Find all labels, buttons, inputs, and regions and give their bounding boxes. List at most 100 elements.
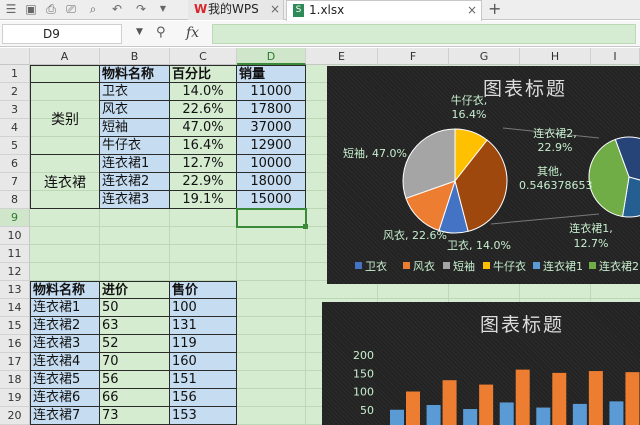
name-box-dropdown-icon[interactable]: ▼	[136, 27, 143, 37]
table1-name-cell[interactable]: 牛仔衣	[100, 137, 170, 155]
export-pdf-icon[interactable]: ⎙	[44, 2, 58, 16]
row-header[interactable]: 17	[0, 353, 29, 371]
row-header[interactable]: 4	[0, 119, 29, 137]
column-header-a[interactable]: A	[30, 48, 100, 65]
table1-corner-cell[interactable]	[30, 65, 100, 83]
row-header[interactable]: 14	[0, 299, 29, 317]
row-header[interactable]: 18	[0, 371, 29, 389]
column-header-e[interactable]: E	[306, 48, 378, 65]
fill-handle[interactable]	[303, 224, 308, 229]
select-all-corner[interactable]	[0, 48, 30, 65]
table1-qty-cell[interactable]: 10000	[237, 155, 306, 173]
row-header[interactable]: 8	[0, 191, 29, 209]
new-tab-button[interactable]: +	[488, 0, 501, 19]
column-header-g[interactable]: G	[449, 48, 520, 65]
table2-cost-cell[interactable]: 56	[100, 371, 170, 389]
tab-my-wps-close-icon[interactable]: ×	[270, 2, 280, 17]
row-header-selected[interactable]: 9	[0, 209, 29, 227]
table2-price-cell[interactable]: 160	[170, 353, 237, 371]
table2-price-cell[interactable]: 153	[170, 407, 237, 425]
column-header-d[interactable]: D	[237, 48, 306, 65]
table1-qty-cell[interactable]: 12900	[237, 137, 306, 155]
group-label-category[interactable]: 类别	[30, 83, 100, 155]
table1-header-name[interactable]: 物料名称	[100, 65, 170, 83]
tab-workbook-close-icon[interactable]: ×	[467, 3, 477, 18]
redo-icon[interactable]: ↷	[134, 2, 148, 16]
table1-pct-cell[interactable]: 19.1%	[170, 191, 237, 209]
row-header[interactable]: 12	[0, 263, 29, 281]
column-header-i[interactable]: I	[591, 48, 640, 65]
row-header[interactable]: 10	[0, 227, 29, 245]
name-box[interactable]: D9	[2, 24, 122, 44]
column-header-b[interactable]: B	[100, 48, 170, 65]
table1-header-qty[interactable]: 销量	[237, 65, 306, 83]
table1-qty-cell[interactable]: 17800	[237, 101, 306, 119]
table2-price-cell[interactable]: 156	[170, 389, 237, 407]
table2-price-cell[interactable]: 119	[170, 335, 237, 353]
tab-my-wps[interactable]: W 我的WPS ×	[188, 0, 284, 20]
row-header[interactable]: 16	[0, 335, 29, 353]
quick-access-dropdown-icon[interactable]: ▼	[156, 2, 170, 16]
table1-pct-cell[interactable]: 14.0%	[170, 83, 237, 101]
table2-name-cell[interactable]: 连衣裙7	[30, 407, 100, 425]
tab-workbook[interactable]: S 1.xlsx ×	[286, 0, 482, 21]
table1-qty-cell[interactable]: 15000	[237, 191, 306, 209]
table1-name-cell[interactable]: 风衣	[100, 101, 170, 119]
table2-header-price[interactable]: 售价	[170, 281, 237, 299]
row-header[interactable]: 15	[0, 317, 29, 335]
table1-qty-cell[interactable]: 37000	[237, 119, 306, 137]
table2-header-name[interactable]: 物料名称	[30, 281, 100, 299]
table1-name-cell[interactable]: 连衣裙1	[100, 155, 170, 173]
row-header[interactable]: 5	[0, 137, 29, 155]
table1-pct-cell[interactable]: 16.4%	[170, 137, 237, 155]
table2-name-cell[interactable]: 连衣裙5	[30, 371, 100, 389]
table1-name-cell[interactable]: 连衣裙2	[100, 173, 170, 191]
print-icon[interactable]: ⎚	[64, 2, 78, 16]
table1-name-cell[interactable]: 连衣裙3	[100, 191, 170, 209]
row-header[interactable]: 20	[0, 407, 29, 425]
row-header[interactable]: 13	[0, 281, 29, 299]
table1-pct-cell[interactable]: 22.6%	[170, 101, 237, 119]
row-header[interactable]: 19	[0, 389, 29, 407]
table2-name-cell[interactable]: 连衣裙1	[30, 299, 100, 317]
group-label-dress[interactable]: 连衣裙	[30, 155, 100, 209]
table1-qty-cell[interactable]: 18000	[237, 173, 306, 191]
table2-cost-cell[interactable]: 63	[100, 317, 170, 335]
table1-pct-cell[interactable]: 12.7%	[170, 155, 237, 173]
row-header[interactable]: 7	[0, 173, 29, 191]
row-header[interactable]: 6	[0, 155, 29, 173]
table2-cost-cell[interactable]: 70	[100, 353, 170, 371]
table2-cost-cell[interactable]: 52	[100, 335, 170, 353]
selected-cell-d9[interactable]	[236, 208, 307, 228]
row-header[interactable]: 2	[0, 83, 29, 101]
row-header[interactable]: 11	[0, 245, 29, 263]
column-header-c[interactable]: C	[170, 48, 237, 65]
table2-name-cell[interactable]: 连衣裙6	[30, 389, 100, 407]
table2-cost-cell[interactable]: 50	[100, 299, 170, 317]
table2-price-cell[interactable]: 131	[170, 317, 237, 335]
insert-function-button[interactable]: fx	[186, 25, 199, 41]
column-header-f[interactable]: F	[378, 48, 449, 65]
column-header-h[interactable]: H	[520, 48, 591, 65]
table1-name-cell[interactable]: 短袖	[100, 119, 170, 137]
table2-name-cell[interactable]: 连衣裙2	[30, 317, 100, 335]
row-header[interactable]: 3	[0, 101, 29, 119]
table2-price-cell[interactable]: 151	[170, 371, 237, 389]
table1-header-pct[interactable]: 百分比	[170, 65, 237, 83]
undo-icon[interactable]: ↶	[110, 2, 124, 16]
table2-name-cell[interactable]: 连衣裙3	[30, 335, 100, 353]
table1-pct-cell[interactable]: 47.0%	[170, 119, 237, 137]
table2-cost-cell[interactable]: 73	[100, 407, 170, 425]
table1-name-cell[interactable]: 卫衣	[100, 83, 170, 101]
table2-header-cost[interactable]: 进价	[100, 281, 170, 299]
table1-pct-cell[interactable]: 22.9%	[170, 173, 237, 191]
zoom-search-icon[interactable]: ⚲	[156, 25, 166, 40]
app-menu-icon[interactable]: ☰	[4, 2, 18, 16]
print-preview-icon[interactable]: ⌕	[86, 2, 100, 16]
row-header[interactable]: 1	[0, 65, 29, 83]
save-icon[interactable]: ▣	[24, 2, 38, 16]
formula-input[interactable]	[212, 24, 636, 44]
pie-chart[interactable]: 图表标题 牛仔衣, 16.4% 短袖, 47.0% 风衣, 22.6% 卫衣, 14.0…	[327, 66, 640, 284]
table2-cost-cell[interactable]: 66	[100, 389, 170, 407]
table2-price-cell[interactable]: 100	[170, 299, 237, 317]
